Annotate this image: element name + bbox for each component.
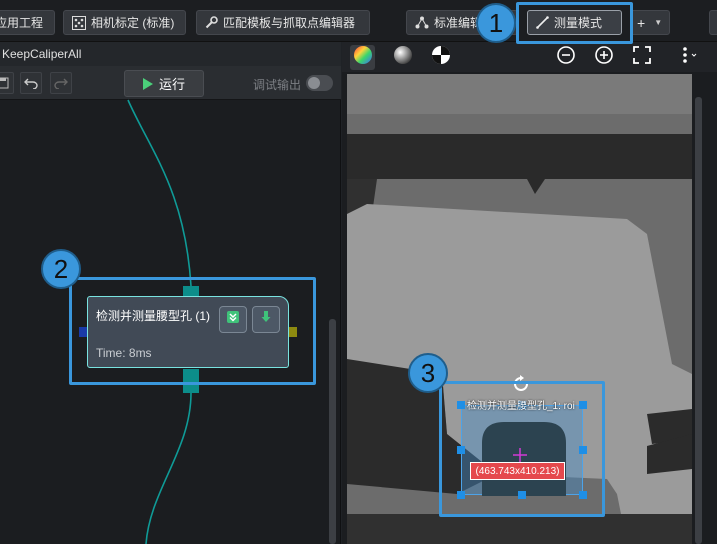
highlight-box-1	[516, 2, 633, 44]
color-mode-button[interactable]	[350, 45, 375, 70]
zoom-out-icon	[556, 45, 576, 70]
fit-view-button[interactable]	[629, 45, 654, 70]
viewer-more-button[interactable]	[672, 45, 702, 70]
viewer-toolbar	[342, 42, 717, 72]
binary-mode-button[interactable]	[428, 45, 453, 70]
add-dropdown-button[interactable]: + ▼	[630, 10, 670, 35]
standard-edit-label: 标准编辑	[434, 16, 483, 30]
zoom-in-icon	[594, 45, 614, 70]
color-wheel-icon	[353, 45, 373, 70]
zoom-in-button[interactable]	[591, 45, 616, 70]
highlight-box-3	[439, 381, 605, 517]
step-badge-1: 1	[476, 3, 516, 43]
zoom-out-button[interactable]	[553, 45, 578, 70]
toolbar-overflow-button[interactable]	[709, 10, 717, 35]
grayscale-icon	[393, 45, 413, 70]
grayscale-mode-button[interactable]	[390, 45, 415, 70]
more-vertical-icon	[677, 45, 697, 70]
incoming-connection	[127, 99, 192, 287]
viewer-vertical-scrollbar[interactable]	[695, 97, 702, 544]
node-graph-icon	[415, 16, 429, 29]
step-badge-3: 3	[408, 353, 448, 393]
chevron-down-icon: ▼	[654, 18, 663, 27]
checker-circle-icon	[431, 45, 451, 70]
expand-icon	[632, 45, 652, 70]
outgoing-connection	[145, 392, 192, 544]
plus-icon: +	[637, 14, 646, 31]
step-badge-2: 2	[41, 249, 81, 289]
highlight-box-2	[69, 277, 316, 385]
